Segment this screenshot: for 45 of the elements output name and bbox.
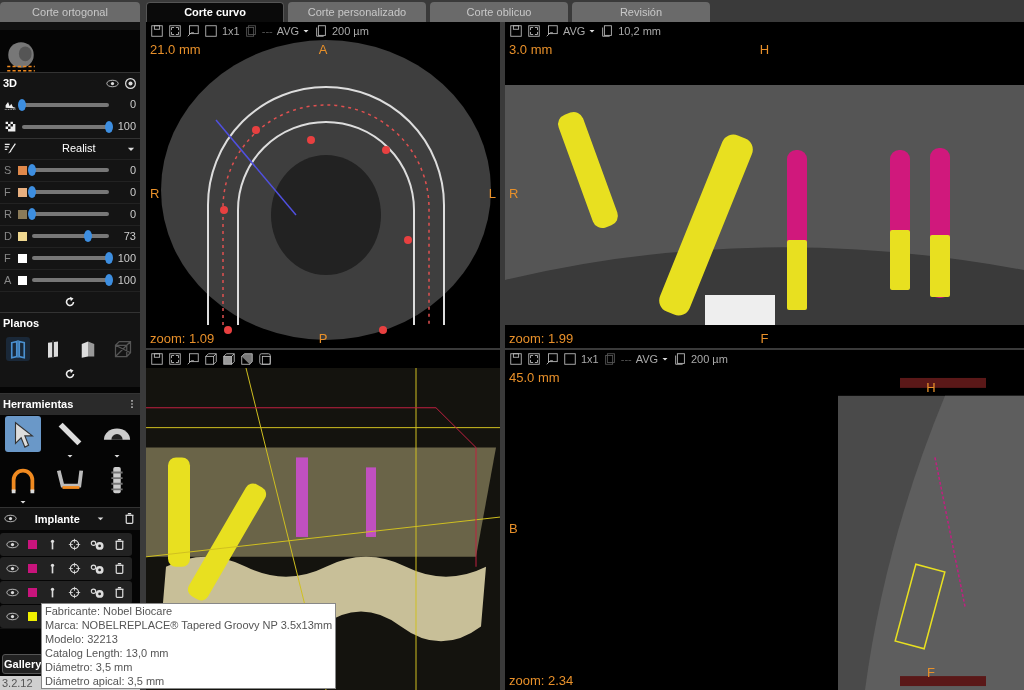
channel-letter: S bbox=[4, 162, 13, 178]
orientation-label: F bbox=[927, 663, 935, 682]
slider-value: 0 bbox=[128, 97, 136, 113]
depth-label: 45.0 mm bbox=[509, 369, 560, 387]
tooltip-line: Marca: NOBELREPLACE® Tapered Groovy NP 3.5x13mm bbox=[45, 618, 333, 632]
orientation-label: A bbox=[318, 41, 328, 59]
slider-value: 100 bbox=[116, 250, 136, 266]
slider-value: 0 bbox=[128, 184, 136, 200]
zoom-label: zoom: 1.09 bbox=[150, 329, 215, 348]
toolbar-text: --- bbox=[261, 23, 273, 39]
tooltip-line: Modelo: 32213 bbox=[45, 632, 118, 646]
toolbar-text: 10,2 mm bbox=[618, 23, 661, 39]
slider-value: 0 bbox=[128, 206, 136, 222]
slider-value: 100 bbox=[116, 119, 136, 135]
channel-letter: D bbox=[4, 228, 13, 244]
zoom-label: zoom: 2.34 bbox=[509, 671, 574, 690]
channel-letter: A bbox=[4, 272, 13, 288]
slider-value: 73 bbox=[122, 228, 136, 244]
orientation-label: R bbox=[509, 185, 519, 204]
toolbar-text: --- bbox=[620, 351, 632, 367]
zoom-label: zoom: 1.99 bbox=[509, 329, 574, 348]
orientation-label: H bbox=[759, 41, 770, 59]
toolbar-text: 1x1 bbox=[581, 351, 599, 367]
orientation-label: R bbox=[150, 185, 160, 204]
slider-value: 100 bbox=[116, 272, 136, 288]
toolbar-text: 1x1 bbox=[222, 23, 240, 39]
tooltip-line: Fabricante: Nobel Biocare bbox=[45, 604, 173, 618]
section-title: 3D bbox=[3, 76, 18, 91]
orientation-label: F bbox=[760, 329, 769, 348]
tooltip-line: Catalog Length: 13,0 mm bbox=[45, 646, 169, 660]
section-title: Herramientas bbox=[3, 397, 74, 412]
channel-letter: F bbox=[4, 184, 12, 200]
depth-label: 21.0 mm bbox=[150, 41, 201, 59]
slider-value: 0 bbox=[128, 162, 136, 178]
channel-letter: R bbox=[4, 206, 13, 222]
orientation-label: H bbox=[926, 379, 936, 397]
toolbar-text: 200 µm bbox=[331, 23, 369, 39]
section-title: Planos bbox=[3, 315, 40, 331]
orientation-label: B bbox=[509, 520, 518, 539]
orientation-label: P bbox=[318, 329, 328, 348]
toolbar-text: 200 µm bbox=[690, 351, 728, 367]
channel-letter: F bbox=[4, 250, 12, 266]
tooltip-line: Diámetro: 3,5 mm bbox=[45, 660, 133, 674]
orientation-label: L bbox=[488, 185, 496, 204]
depth-label: 3.0 mm bbox=[509, 41, 553, 59]
